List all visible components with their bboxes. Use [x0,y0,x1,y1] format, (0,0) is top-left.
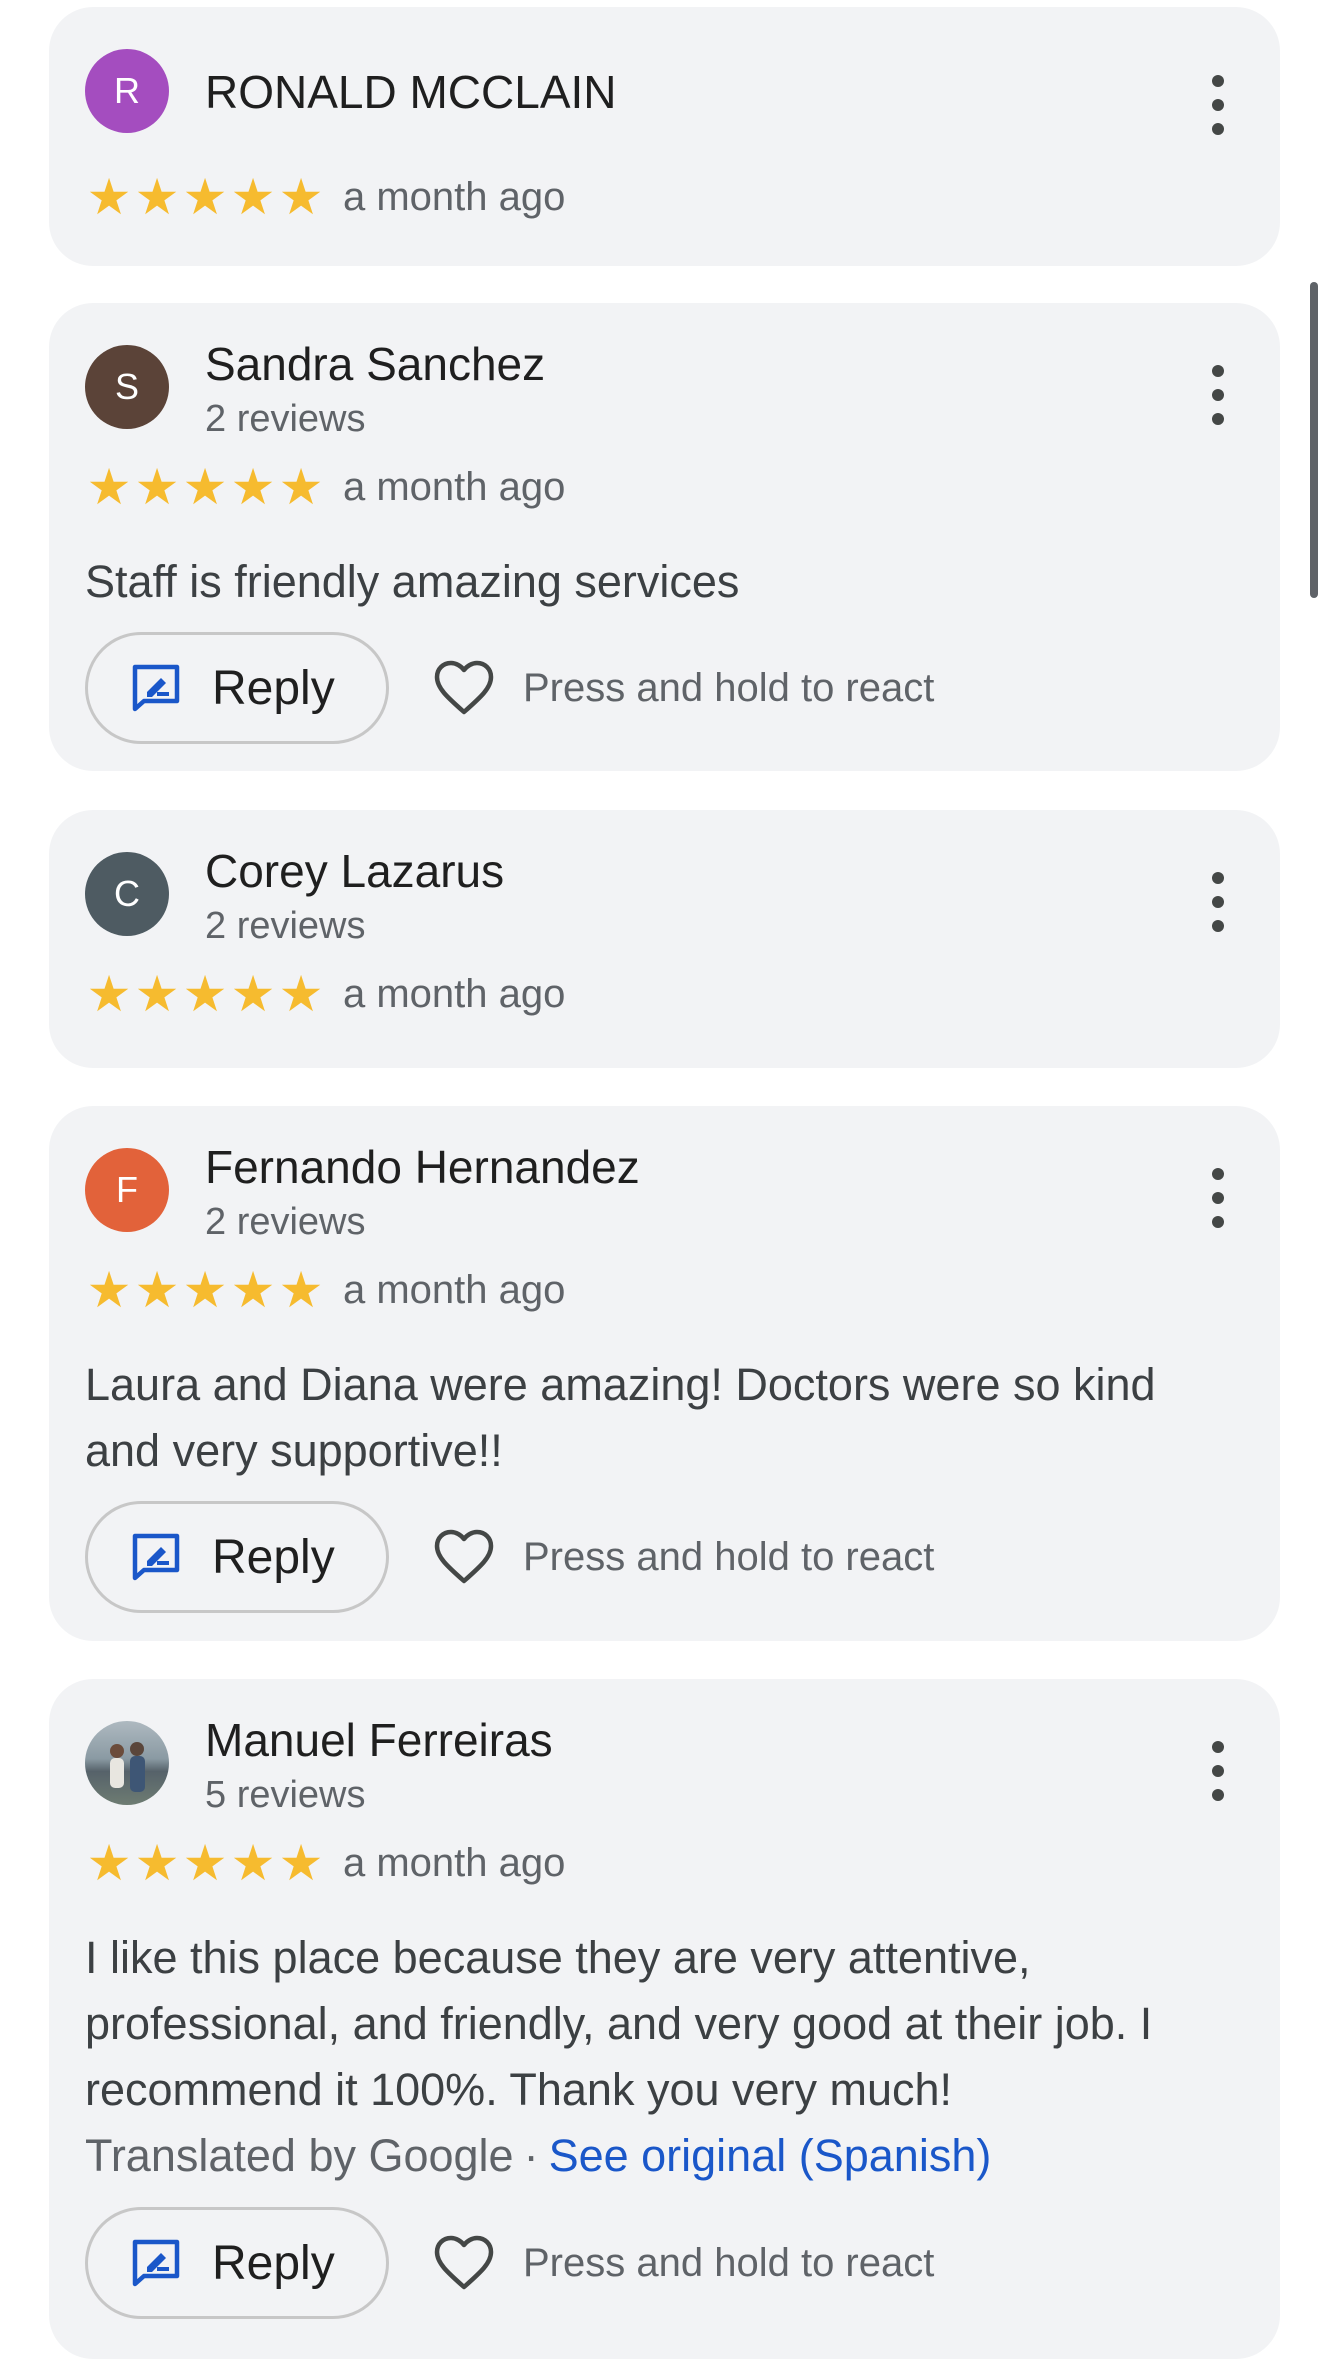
star-icon: ★ [86,966,132,1022]
reviewer-name[interactable]: RONALD MCCLAIN [205,65,617,119]
star-rating: ★ ★ ★ ★ ★ [85,459,325,515]
star-icon: ★ [230,169,276,225]
reply-button[interactable]: Reply [85,632,389,744]
avatar[interactable] [85,1721,169,1805]
reply-icon [132,2239,180,2287]
star-icon: ★ [182,1262,228,1318]
review-card: S Sandra Sanchez 2 reviews ★ ★ ★ ★ ★ a month… [49,303,1280,771]
star-rating: ★ ★ ★ ★ ★ [85,169,325,225]
see-original-link[interactable]: See original (Spanish) [549,2130,992,2181]
heart-icon[interactable] [433,660,495,716]
avatar[interactable]: S [85,345,169,429]
translation-note: Translated by Google · See original (Spani… [85,2123,991,2189]
review-actions: Reply Press and hold to react [85,631,934,745]
review-card: F Fernando Hernandez 2 reviews ★ ★ ★ ★ ★ a m… [49,1106,1280,1641]
review-text: I like this place because they are very … [85,1932,1153,2115]
reply-button[interactable]: Reply [85,2207,389,2319]
rating-row: ★ ★ ★ ★ ★ a month ago [85,459,566,515]
more-vert-icon[interactable] [1200,75,1236,135]
reviewer-name[interactable]: Fernando Hernandez [205,1140,640,1194]
review-time: a month ago [343,1267,566,1312]
reviewer-name[interactable]: Corey Lazarus [205,844,504,898]
review-time: a month ago [343,971,566,1016]
star-icon: ★ [134,459,180,515]
reviewer-name[interactable]: Sandra Sanchez [205,337,545,391]
review-time: a month ago [343,464,566,509]
star-icon: ★ [230,1835,276,1891]
star-icon: ★ [86,459,132,515]
star-rating: ★ ★ ★ ★ ★ [85,1262,325,1318]
review-count: 2 reviews [205,1201,366,1243]
rating-row: ★ ★ ★ ★ ★ a month ago [85,169,566,225]
star-icon: ★ [134,1262,180,1318]
review-text: Staff is friendly amazing services [85,556,740,607]
review-card: R RONALD MCCLAIN ★ ★ ★ ★ ★ a month ago [49,7,1280,266]
reply-label: Reply [212,661,335,715]
star-icon: ★ [230,966,276,1022]
avatar[interactable]: C [85,852,169,936]
reply-label: Reply [212,2236,335,2290]
star-icon: ★ [278,1262,324,1318]
reply-button[interactable]: Reply [85,1501,389,1613]
more-vert-icon[interactable] [1200,1168,1236,1228]
avatar-photo [110,1742,145,1792]
separator: · [523,2130,539,2181]
star-icon: ★ [134,169,180,225]
rating-row: ★ ★ ★ ★ ★ a month ago [85,1835,566,1891]
star-rating: ★ ★ ★ ★ ★ [85,966,325,1022]
review-text: Laura and Diana were amazing! Doctors we… [85,1359,1156,1476]
review-count: 2 reviews [205,905,366,947]
star-icon: ★ [278,169,324,225]
avatar[interactable]: R [85,49,169,133]
star-icon: ★ [182,169,228,225]
avatar[interactable]: F [85,1148,169,1232]
review-time: a month ago [343,1840,566,1885]
rating-row: ★ ★ ★ ★ ★ a month ago [85,966,566,1022]
star-icon: ★ [278,966,324,1022]
star-icon: ★ [134,966,180,1022]
star-icon: ★ [230,459,276,515]
star-icon: ★ [278,1835,324,1891]
reply-label: Reply [212,1530,335,1584]
rating-row: ★ ★ ★ ★ ★ a month ago [85,1262,566,1318]
star-icon: ★ [278,459,324,515]
translated-by-label: Translated by Google [85,2130,514,2181]
review-actions: Reply Press and hold to react [85,1500,934,1614]
heart-icon[interactable] [433,1529,495,1585]
star-icon: ★ [86,1835,132,1891]
react-hint: Press and hold to react [523,665,935,710]
react-hint: Press and hold to react [523,1534,935,1579]
review-actions: Reply Press and hold to react [85,2206,934,2320]
star-icon: ★ [86,1262,132,1318]
star-icon: ★ [182,1835,228,1891]
star-icon: ★ [134,1835,180,1891]
more-vert-icon[interactable] [1200,1741,1236,1801]
reviewer-name[interactable]: Manuel Ferreiras [205,1713,553,1767]
star-rating: ★ ★ ★ ★ ★ [85,1835,325,1891]
review-count: 2 reviews [205,398,366,440]
more-vert-icon[interactable] [1200,365,1236,425]
star-icon: ★ [182,966,228,1022]
scrollbar[interactable] [1310,282,1318,598]
star-icon: ★ [86,169,132,225]
more-vert-icon[interactable] [1200,872,1236,932]
review-card: C Corey Lazarus 2 reviews ★ ★ ★ ★ ★ a month … [49,810,1280,1068]
heart-icon[interactable] [433,2235,495,2291]
review-card: Manuel Ferreiras 5 reviews ★ ★ ★ ★ ★ a month… [49,1679,1280,2359]
star-icon: ★ [182,459,228,515]
react-hint: Press and hold to react [523,2240,935,2285]
reply-icon [132,1533,180,1581]
reply-icon [132,664,180,712]
star-icon: ★ [230,1262,276,1318]
review-count: 5 reviews [205,1774,366,1816]
review-time: a month ago [343,174,566,219]
